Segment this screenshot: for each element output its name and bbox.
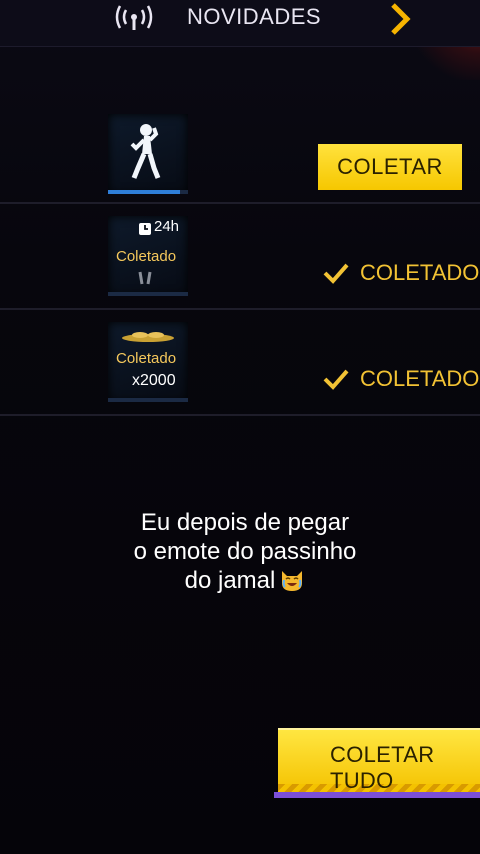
reward-progress-bar <box>108 190 188 194</box>
collect-button[interactable]: COLETAR <box>318 144 462 190</box>
screen: NOVIDADES COLETAR 24h Coletado COLETADO … <box>0 0 480 854</box>
reward-thumbnail: 24h Coletado <box>108 216 188 296</box>
video-caption: Eu depois de pegar o emote do passinho d… <box>60 508 430 595</box>
caption-line: Eu depois de pegar <box>140 509 350 536</box>
reward-collected-label: Coletado <box>116 350 177 367</box>
reward-thumbnail <box>108 114 188 194</box>
clock-icon <box>139 223 151 235</box>
emote-shoes-icon <box>138 271 152 285</box>
reward-collected-label: Coletado <box>116 248 177 265</box>
reward-timer: 24h <box>154 218 180 235</box>
reward-row: 24h Coletado COLETADO <box>0 204 480 308</box>
row-divider <box>0 414 480 416</box>
dancing-figure-icon <box>130 124 161 179</box>
reward-progress-fill <box>108 190 180 194</box>
check-icon <box>323 369 349 390</box>
caption-line: do jamal <box>60 566 430 595</box>
gold-coins-icon <box>122 332 174 342</box>
reward-thumbnail: Coletado x2000 <box>108 322 188 402</box>
reward-amount: x2000 <box>132 372 176 389</box>
caption-line: o emote do passinho <box>133 538 357 565</box>
reward-row: COLETAR <box>0 100 480 204</box>
header-bar: NOVIDADES <box>0 0 480 47</box>
caption-text: do jamal <box>184 567 276 594</box>
button-accent-bar <box>274 792 480 798</box>
collect-all-label: COLETAR TUDO <box>330 742 435 793</box>
check-icon <box>323 263 349 284</box>
collected-label: COLETADO <box>360 366 480 391</box>
collected-status: COLETADO <box>322 260 479 286</box>
collected-status: COLETADO <box>322 366 479 392</box>
reward-row: Coletado x2000 COLETADO <box>0 310 480 414</box>
collect-all-button[interactable]: COLETAR TUDO <box>274 728 480 798</box>
signal-broadcast-icon <box>115 5 153 30</box>
reward-progress-bar <box>108 292 188 296</box>
chevron-right-icon[interactable] <box>388 2 412 36</box>
reward-progress-bar <box>108 398 188 402</box>
laughing-cat-emoji-icon <box>282 571 303 591</box>
collected-label: COLETADO <box>360 260 480 285</box>
page-title: NOVIDADES <box>187 4 322 29</box>
